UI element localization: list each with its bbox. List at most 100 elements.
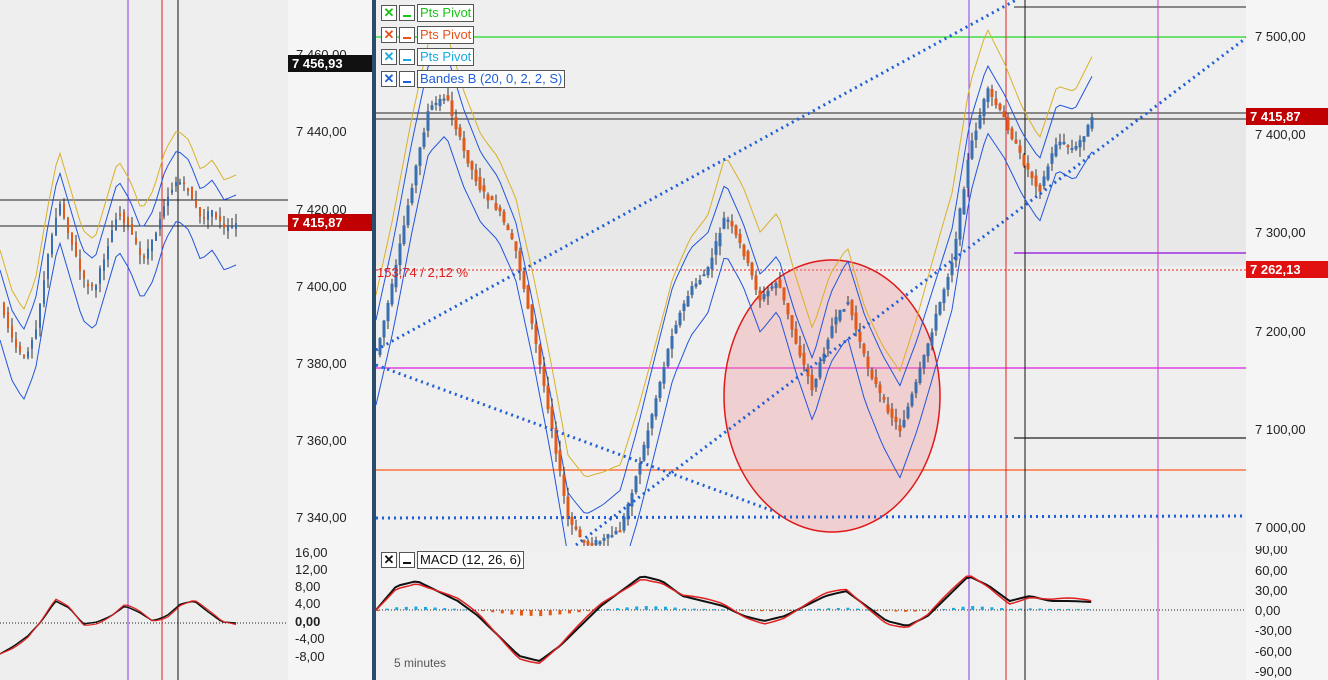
line-style-icon[interactable] [399, 552, 415, 568]
left-price-axis[interactable]: 7 460,00 7 440,00 7 420,00 7 400,00 7 38… [288, 0, 372, 546]
candle-body [870, 369, 874, 379]
legend-bollinger[interactable]: ✕ Bandes B (20, 0, 2, 2, S) [381, 69, 566, 89]
macd-histogram-bar [1028, 608, 1032, 610]
candle-body [998, 103, 1002, 110]
legend-pivot-blue[interactable]: ✕ Pts Pivot [381, 47, 475, 67]
candle-body [930, 332, 934, 346]
candle-body [894, 416, 898, 423]
range-annotation: 153,74 / 2,12 % [377, 265, 469, 280]
main-chart-pane[interactable]: 153,74 / 2,12 % ✕ Pts Pivot ✕ Pts Pivot … [376, 0, 1246, 546]
candle-body [119, 213, 121, 216]
macd-histogram-bar [942, 608, 946, 610]
main-price-axis[interactable]: 7 500,00 7 400,00 7 300,00 7 200,00 7 10… [1246, 0, 1328, 546]
candle-body [3, 302, 5, 316]
candle-body [630, 493, 634, 507]
candle-body [1006, 117, 1010, 131]
candle-body [662, 367, 666, 384]
candle-body [219, 216, 221, 222]
line-style-icon[interactable] [399, 49, 415, 65]
candle-body [59, 203, 61, 215]
candle-body [730, 221, 734, 227]
candle-body [702, 274, 706, 277]
candle-body [846, 302, 850, 305]
candle-body [115, 219, 117, 231]
candle-body [434, 102, 438, 105]
candle-body [187, 188, 189, 192]
candle-body [47, 254, 49, 280]
macd-histogram-bar [980, 606, 984, 610]
close-icon[interactable]: ✕ [381, 71, 397, 87]
candle-body [486, 194, 490, 201]
left-macd-axis[interactable]: 16,00 12,00 8,00 4,00 0,00 -4,00 -8,00 [288, 546, 372, 680]
macd-histogram-bar [817, 608, 821, 610]
candle-body [638, 463, 642, 475]
macd-histogram-bar [1048, 608, 1051, 610]
candle-body [562, 474, 566, 496]
candle-body [1090, 117, 1094, 129]
bollinger-outer-band [0, 131, 237, 310]
legend-label: MACD (12, 26, 6) [417, 551, 525, 569]
candle-body [618, 530, 622, 533]
close-icon[interactable]: ✕ [381, 5, 397, 21]
candle-body [918, 368, 922, 383]
candle-body [175, 182, 177, 187]
candle-body [586, 540, 590, 546]
candle-body [718, 233, 722, 247]
macd-histogram-bar [856, 608, 859, 610]
candle-body [1026, 163, 1030, 170]
bollinger-upper-band [0, 151, 237, 330]
left-current-price-tag: 7 415,87 [288, 214, 372, 231]
main-macd-pane[interactable]: ✕ MACD (12, 26, 6) 5 minutes [376, 546, 1246, 680]
macd-histogram-bar [971, 606, 975, 610]
macd-histogram-bar [395, 607, 399, 610]
macd-histogram-bar [712, 609, 715, 611]
candle-body [506, 224, 510, 231]
candle-body [610, 535, 614, 538]
close-icon[interactable]: ✕ [381, 27, 397, 43]
candle-body [1050, 153, 1054, 164]
line-style-icon[interactable] [399, 27, 415, 43]
candle-body [634, 476, 638, 493]
candle-body [686, 296, 690, 307]
candle-body [938, 302, 942, 315]
macd-histogram-bar [452, 608, 456, 610]
candle-body [390, 283, 394, 305]
candle-body [1046, 166, 1050, 180]
candle-body [199, 207, 201, 217]
left-macd-plot [0, 546, 288, 680]
candle-body [183, 182, 185, 185]
left-macd-pane[interactable] [0, 546, 288, 680]
candle-body [207, 211, 209, 220]
candle-body [466, 150, 470, 164]
close-icon[interactable]: ✕ [381, 49, 397, 65]
candle-body [91, 284, 93, 287]
candle-body [946, 276, 950, 290]
macd-histogram-bar [875, 610, 879, 611]
line-style-icon[interactable] [399, 5, 415, 21]
macd-histogram-bar [577, 610, 581, 613]
main-macd-axis[interactable]: 90,00 60,00 30,00 0,00 -30,00 -60,00 -90… [1246, 546, 1328, 680]
candle-body [474, 169, 478, 182]
candle-body [570, 516, 574, 525]
macd-histogram-bar [750, 610, 754, 611]
close-icon[interactable]: ✕ [381, 552, 397, 568]
candle-body [51, 234, 53, 255]
candle-body [886, 404, 890, 413]
left-chart-pane[interactable] [0, 0, 288, 546]
candle-body [906, 406, 910, 419]
macd-histogram-bar [769, 610, 773, 612]
macd-histogram-bar [385, 608, 389, 610]
macd-histogram-bar [616, 608, 619, 610]
legend-pivot-orange[interactable]: ✕ Pts Pivot [381, 25, 475, 45]
line-style-icon[interactable] [399, 71, 415, 87]
legend-pivot-green[interactable]: ✕ Pts Pivot [381, 3, 475, 23]
legend-macd[interactable]: ✕ MACD (12, 26, 6) [381, 550, 525, 570]
macd-histogram-bar [462, 609, 466, 611]
candle-body [510, 233, 514, 240]
candle-body [766, 290, 770, 297]
macd-histogram-bar [683, 608, 687, 610]
candle-body [742, 244, 746, 257]
candle-body [678, 312, 682, 326]
candle-body [786, 303, 790, 315]
candle-body [882, 397, 886, 400]
